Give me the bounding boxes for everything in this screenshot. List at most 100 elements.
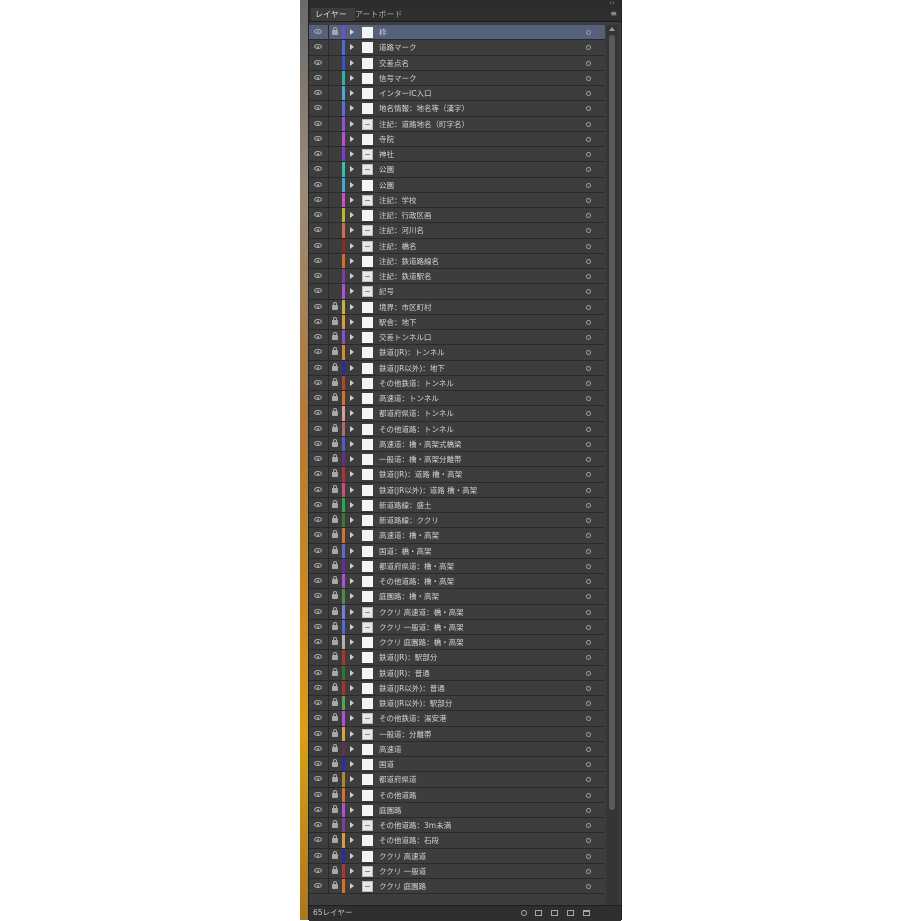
expand-triangle-icon[interactable] xyxy=(350,166,354,173)
target-circle-icon[interactable] xyxy=(586,228,591,234)
expand-triangle-icon[interactable] xyxy=(350,684,354,691)
layer-name[interactable]: 都道府県道：トンネル xyxy=(379,406,579,421)
layer-row[interactable]: 寺院 xyxy=(309,131,605,147)
visibility-eye-icon[interactable] xyxy=(314,471,322,477)
expand-triangle-icon[interactable] xyxy=(350,196,354,203)
lock-icon[interactable] xyxy=(332,438,338,447)
visibility-eye-icon[interactable] xyxy=(314,684,322,690)
layer-name[interactable]: 高速道：橋・高架式橋梁 xyxy=(379,437,579,452)
target-circle-icon[interactable] xyxy=(586,792,591,798)
lock-icon[interactable] xyxy=(332,27,338,35)
lock-icon[interactable] xyxy=(332,682,338,691)
layer-row[interactable]: 注記：行政区画 xyxy=(309,208,605,224)
layer-row[interactable]: その他道路 xyxy=(309,787,605,803)
lock-icon[interactable] xyxy=(332,804,338,813)
expand-triangle-icon[interactable] xyxy=(350,74,354,81)
visibility-eye-icon[interactable] xyxy=(314,196,322,202)
expand-triangle-icon[interactable] xyxy=(350,288,354,295)
layer-row[interactable]: 記号 xyxy=(309,284,605,300)
lock-icon[interactable] xyxy=(332,667,338,676)
expand-triangle-icon[interactable] xyxy=(350,303,354,310)
layer-name[interactable]: 新道路線：盛土 xyxy=(379,498,579,513)
visibility-eye-icon[interactable] xyxy=(314,288,322,294)
visibility-eye-icon[interactable] xyxy=(314,273,322,278)
layer-row[interactable]: 信号マーク xyxy=(309,70,605,86)
expand-triangle-icon[interactable] xyxy=(350,318,354,325)
layer-row[interactable]: 交差点名 xyxy=(309,55,605,71)
expand-triangle-icon[interactable] xyxy=(350,791,354,798)
expand-triangle-icon[interactable] xyxy=(350,257,354,264)
expand-triangle-icon[interactable] xyxy=(350,867,354,874)
target-circle-icon[interactable] xyxy=(586,823,591,828)
visibility-eye-icon[interactable] xyxy=(314,867,322,873)
visibility-eye-icon[interactable] xyxy=(314,501,322,507)
expand-triangle-icon[interactable] xyxy=(350,822,354,828)
target-circle-icon[interactable] xyxy=(586,396,591,401)
visibility-eye-icon[interactable] xyxy=(314,669,322,675)
layer-row[interactable]: その他道路：石段 xyxy=(309,833,605,849)
clip-icon[interactable] xyxy=(535,910,542,916)
expand-triangle-icon[interactable] xyxy=(350,242,354,249)
expand-triangle-icon[interactable] xyxy=(350,852,354,859)
layer-name[interactable]: 鉄道(JR)：道路 橋・高架 xyxy=(379,467,579,482)
expand-triangle-icon[interactable] xyxy=(350,181,354,188)
search-icon[interactable] xyxy=(521,910,527,916)
visibility-eye-icon[interactable] xyxy=(314,105,322,111)
layer-row[interactable]: 鉄道(JR以外)：普通 xyxy=(309,680,605,696)
layer-name[interactable]: 道路マーク xyxy=(379,40,579,55)
layer-name[interactable]: 注記：鉄道路線名 xyxy=(379,254,579,269)
layer-name[interactable]: 神社 xyxy=(379,147,579,162)
target-circle-icon[interactable] xyxy=(586,91,591,96)
target-circle-icon[interactable] xyxy=(586,274,591,279)
target-circle-icon[interactable] xyxy=(586,152,591,157)
visibility-eye-icon[interactable] xyxy=(314,486,322,492)
layer-name[interactable]: その他道路：石段 xyxy=(379,833,579,848)
target-circle-icon[interactable] xyxy=(586,868,591,874)
layer-row[interactable]: 新道路線：盛土 xyxy=(309,497,605,513)
layer-name[interactable]: ククリ 庭園路：橋・高架 xyxy=(379,635,579,650)
target-circle-icon[interactable] xyxy=(586,487,591,493)
expand-triangle-icon[interactable] xyxy=(350,273,354,279)
visibility-eye-icon[interactable] xyxy=(314,181,322,187)
layer-name[interactable]: 鉄道(JR以外)：普通 xyxy=(379,681,579,696)
expand-triangle-icon[interactable] xyxy=(350,517,354,523)
layer-name[interactable]: 国道：橋・高架 xyxy=(379,544,579,559)
visibility-eye-icon[interactable] xyxy=(314,547,322,553)
visibility-eye-icon[interactable] xyxy=(314,791,322,797)
lock-icon[interactable] xyxy=(332,469,338,478)
trash-icon[interactable] xyxy=(583,910,590,916)
layer-row[interactable]: 交差トンネル口 xyxy=(309,330,605,346)
layer-row[interactable]: ククリ 庭園路 xyxy=(309,879,605,895)
target-circle-icon[interactable] xyxy=(586,624,591,630)
layer-row[interactable]: 注記：鉄道駅名 xyxy=(309,269,605,285)
expand-triangle-icon[interactable] xyxy=(350,410,354,417)
layer-name[interactable]: 駅舎：地下 xyxy=(379,315,579,330)
target-circle-icon[interactable] xyxy=(586,380,591,386)
layer-row[interactable]: 国道：橋・高架 xyxy=(309,543,605,559)
visibility-eye-icon[interactable] xyxy=(314,120,322,126)
layer-row[interactable]: インターIC入口 xyxy=(309,86,605,102)
expand-triangle-icon[interactable] xyxy=(350,715,354,722)
layer-row[interactable]: 注記：鉄道路線名 xyxy=(309,253,605,269)
expand-triangle-icon[interactable] xyxy=(350,806,354,813)
layer-row[interactable]: 高速道：橋・高架式橋梁 xyxy=(309,436,605,452)
visibility-eye-icon[interactable] xyxy=(314,822,322,827)
layer-row[interactable]: 注記：道路地名（町字名） xyxy=(309,116,605,132)
target-circle-icon[interactable] xyxy=(586,136,591,142)
visibility-eye-icon[interactable] xyxy=(314,151,322,156)
visibility-eye-icon[interactable] xyxy=(314,166,322,172)
lock-icon[interactable] xyxy=(332,728,338,737)
visibility-eye-icon[interactable] xyxy=(314,837,322,843)
expand-triangle-icon[interactable] xyxy=(350,29,354,35)
new-layer-icon[interactable] xyxy=(567,910,574,916)
target-circle-icon[interactable] xyxy=(586,548,591,554)
layer-row[interactable]: ククリ 一般道 xyxy=(309,863,605,879)
lock-icon[interactable] xyxy=(332,332,338,340)
layer-name[interactable]: 鉄道(JR)：普通 xyxy=(379,666,579,681)
lock-icon[interactable] xyxy=(332,759,338,767)
layer-row[interactable]: 鉄道(JR以外)：地下 xyxy=(309,360,605,376)
layer-row[interactable]: その他鉄道：トンネル xyxy=(309,375,605,391)
lock-icon[interactable] xyxy=(332,423,338,432)
layer-row[interactable]: その他道路：3m未満 xyxy=(309,818,605,834)
visibility-eye-icon[interactable] xyxy=(314,761,322,766)
